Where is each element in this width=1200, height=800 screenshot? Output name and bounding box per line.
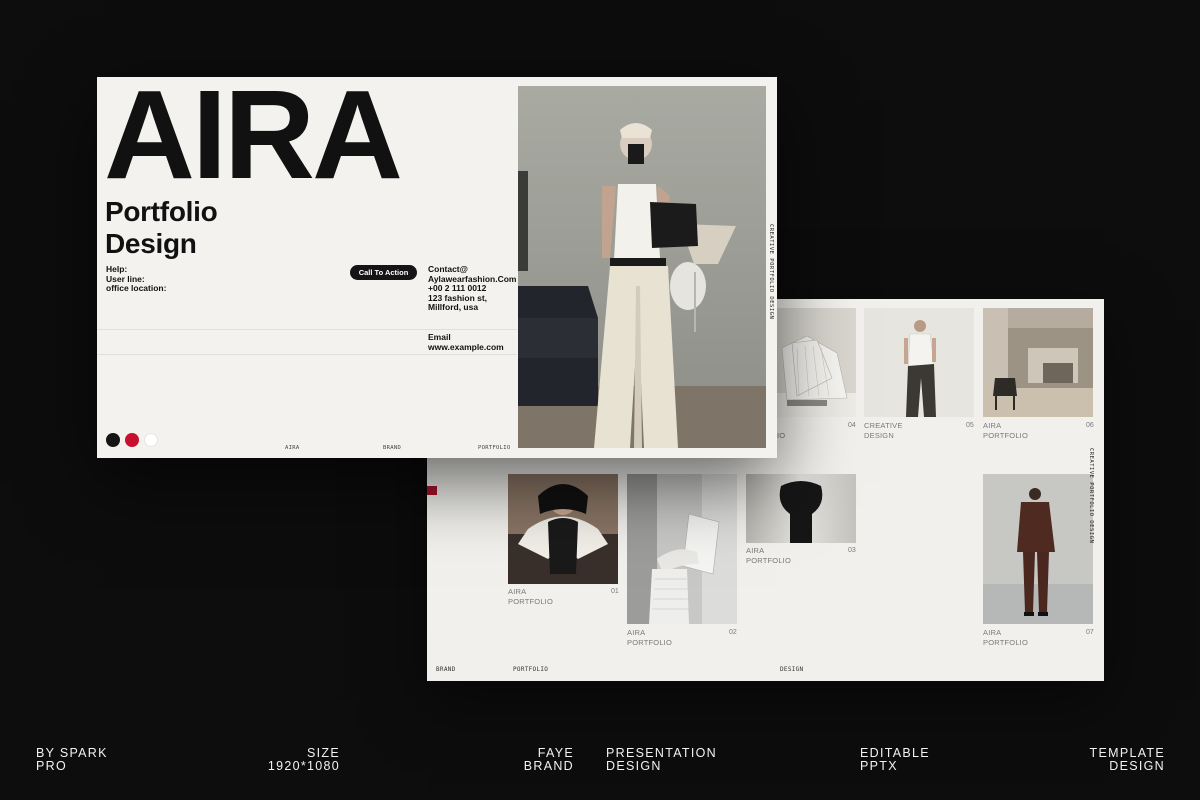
bottom-faye-brand: FAYE BRAND [480, 747, 574, 773]
contact-info: Contact@ Aylawearfashion.Com +00 2 111 0… [428, 264, 517, 313]
back-footer-design: DESIGN [780, 666, 804, 673]
photo-man-brown-outfit [983, 474, 1093, 624]
bottom-line: 1920*1080 [267, 759, 340, 773]
back-vertical-label: CREATIVE PORTFOLIO DESIGN [1088, 448, 1094, 544]
caption-01: AIRA PORTFOLIO [508, 587, 554, 606]
photo-woman-white-top [864, 308, 974, 417]
help-info: Help: User line: office location: [106, 264, 167, 294]
bottom-line: DESIGN [606, 759, 662, 773]
back-footer-brand: BRAND [436, 666, 456, 673]
red-accent-mark [427, 486, 437, 495]
call-to-action-button[interactable]: Call To Action [350, 265, 417, 280]
email-info: Email www.example.com [428, 332, 504, 353]
divider [97, 354, 517, 355]
number-01: 01 [611, 588, 619, 595]
photo-paper-sculpture [777, 308, 856, 417]
caption-06: AIRA PORTFOLIO [983, 421, 1029, 440]
brand-title: AIRA [104, 64, 403, 205]
number-04: 04 [848, 422, 856, 429]
contact-line: Millford, usa [428, 302, 479, 312]
bottom-editable-pptx: EDITABLE PPTX [860, 747, 930, 773]
bottom-size: SIZE 1920*1080 [240, 747, 340, 773]
divider [97, 329, 517, 330]
photo-hand-booklet [627, 474, 737, 624]
photo-dark-sculpture [746, 474, 856, 543]
color-swatch-red [125, 433, 139, 447]
number-03: 03 [848, 547, 856, 554]
front-footer-brand: BRAND [383, 445, 402, 451]
bottom-by-spark-pro: BY SPARK PRO [36, 747, 108, 773]
photo-interior-chair [983, 308, 1093, 417]
number-05: 05 [966, 422, 974, 429]
bottom-line: BRAND [523, 759, 574, 773]
front-vertical-label: CREATIVE PORTFOLIO DESIGN [768, 224, 774, 320]
bottom-presentation-design: PRESENTATION DESIGN [606, 747, 717, 773]
caption-02: AIRA PORTFOLIO [627, 628, 673, 647]
subtitle-line-1: Portfolio [105, 196, 218, 227]
color-swatch-black [106, 433, 120, 447]
caption-04: IO [777, 431, 786, 440]
bottom-line: PRO [36, 759, 67, 773]
caption-05: CREATIVE DESIGN [864, 421, 903, 440]
number-02: 02 [729, 629, 737, 636]
number-06: 06 [1086, 422, 1094, 429]
photo-mirror-selfie [518, 86, 766, 448]
color-swatch-white [144, 433, 158, 447]
photo-woman-scarf [508, 474, 618, 584]
bottom-line: DESIGN [1109, 759, 1165, 773]
front-footer-aira: AIRA [285, 445, 300, 451]
help-line: office location: [106, 283, 167, 293]
number-07: 07 [1086, 629, 1094, 636]
subtitle-line-2: Design [105, 228, 197, 259]
back-footer-portfolio: PORTFOLIO [513, 666, 549, 673]
front-footer-portfolio: PORTFOLIO [478, 445, 511, 451]
bottom-template-design: TEMPLATE DESIGN [1040, 747, 1165, 773]
caption-07: AIRA PORTFOLIO [983, 628, 1029, 647]
email-link[interactable]: www.example.com [428, 342, 504, 353]
bottom-line: PPTX [860, 759, 898, 773]
subtitle: Portfolio Design [105, 196, 218, 260]
caption-03: AIRA PORTFOLIO [746, 546, 792, 565]
